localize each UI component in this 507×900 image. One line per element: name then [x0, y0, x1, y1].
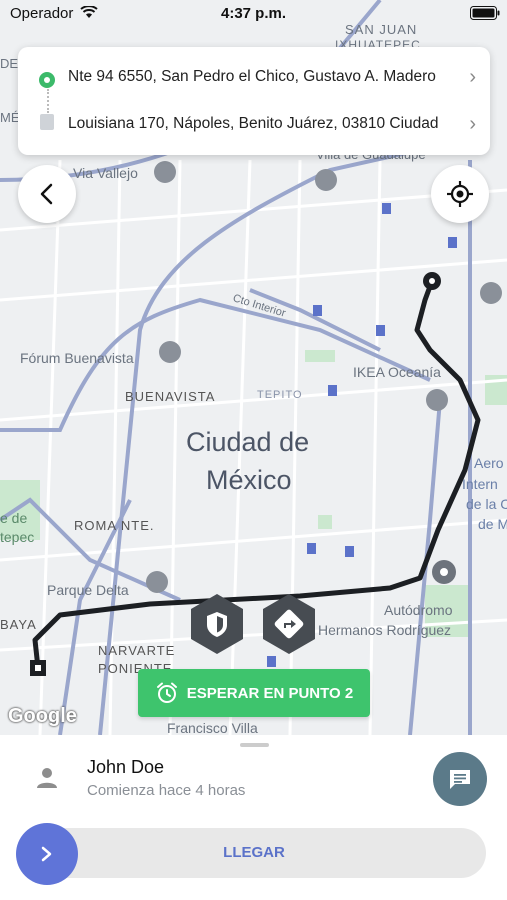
map-label: Intern — [462, 476, 498, 492]
message-icon — [450, 770, 470, 789]
map-label: BUENAVISTA — [125, 389, 216, 404]
destination-row[interactable]: Louisiana 170, Nápoles, Benito Juárez, 0… — [18, 97, 490, 151]
map-label: Hermanos Rodríguez — [318, 622, 452, 638]
map-label: de M — [478, 516, 507, 532]
crosshair-icon — [447, 181, 473, 207]
origin-address: Nte 94 6550, San Pedro el Chico, Gustavo… — [68, 68, 436, 85]
status-bar: Operador 4:37 p.m. — [0, 0, 507, 28]
slider-handle[interactable] — [16, 823, 78, 885]
bottom-sheet: John Doe Comienza hace 4 horas LLEGAR — [0, 735, 507, 900]
chevron-right-icon: › — [469, 66, 476, 88]
map-label: Francisco Villa — [167, 720, 258, 735]
arrive-label: LLEGAR — [223, 844, 285, 861]
chat-button[interactable] — [433, 752, 487, 806]
map-label: e de — [0, 510, 28, 526]
map-label: de la C — [466, 496, 507, 512]
destination-flag-icon — [40, 114, 54, 130]
start-time-text: Comienza hace 4 horas — [87, 782, 246, 799]
chevron-right-icon — [41, 846, 52, 862]
map-label: NARVARTE — [98, 643, 176, 658]
map-label: MÉ — [0, 110, 20, 125]
arrive-slider[interactable]: LLEGAR — [22, 828, 486, 878]
passenger-name: John Doe — [87, 757, 165, 777]
clock: 4:37 p.m. — [220, 5, 287, 22]
map-label: Autódromo — [384, 602, 453, 618]
map-label: IKEA Oceanía — [353, 364, 441, 380]
directions-marker[interactable] — [263, 594, 315, 654]
wait-button-label: ESPERAR EN PUNTO 2 — [186, 684, 354, 702]
chevron-right-icon: › — [469, 113, 476, 135]
battery-icon — [470, 6, 500, 20]
route-card: Nte 94 6550, San Pedro el Chico, Gustavo… — [18, 47, 490, 155]
city-label-line2: México — [206, 465, 292, 495]
map-label: BAYA — [0, 617, 37, 632]
person-icon — [37, 768, 57, 788]
destination-address: Louisiana 170, Nápoles, Benito Juárez, 0… — [68, 115, 439, 132]
map-label: ROMA NTE. — [74, 518, 155, 533]
map-label: Via Vallejo — [73, 165, 138, 181]
map-label: DE — [0, 56, 19, 71]
sheet-handle[interactable] — [240, 743, 269, 747]
map-label: Fórum Buenavista — [20, 350, 134, 366]
map-label: tepec — [0, 529, 35, 545]
map-label: TEPITO — [257, 389, 303, 401]
back-button[interactable] — [18, 165, 76, 223]
shield-marker[interactable] — [191, 594, 243, 654]
origin-row[interactable]: Nte 94 6550, San Pedro el Chico, Gustavo… — [18, 50, 490, 104]
map-label: Parque Delta — [47, 582, 129, 598]
city-label-line1: Ciudad de — [186, 427, 310, 457]
map-label: Aero — [474, 455, 504, 471]
chevron-left-icon — [40, 183, 53, 205]
origin-dot-icon — [39, 72, 55, 88]
my-location-button[interactable] — [431, 165, 489, 223]
google-logo: Google — [8, 705, 77, 727]
wait-at-point-button[interactable]: ESPERAR EN PUNTO 2 — [138, 669, 370, 717]
alarm-clock-icon — [156, 682, 177, 703]
